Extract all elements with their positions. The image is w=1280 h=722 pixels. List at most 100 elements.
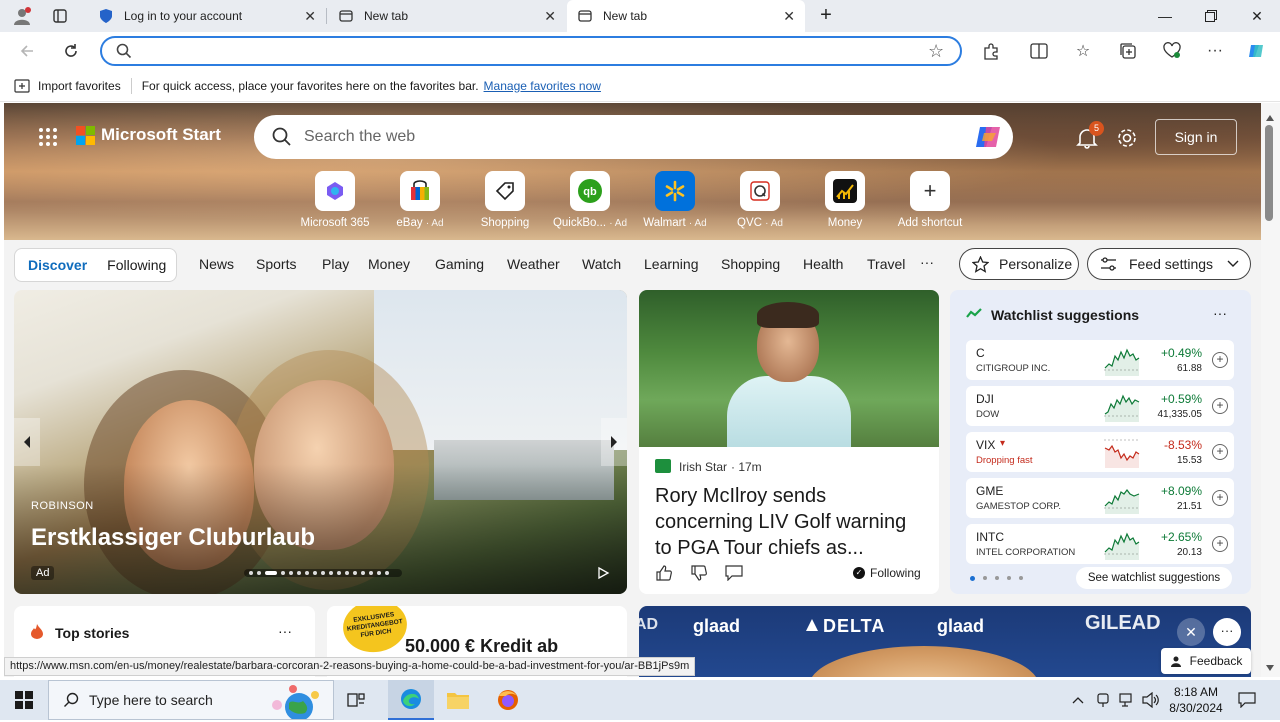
news-card[interactable]: Irish Star · 17m Rory McIlroy sends conc…: [639, 290, 939, 594]
carousel-prev-button[interactable]: [14, 418, 40, 466]
nav-shopping[interactable]: Shopping: [721, 256, 780, 272]
hero-ad-card[interactable]: ROBINSON Erstklassiger Cluburlaub Ad: [14, 290, 627, 594]
personalize-button[interactable]: Personalize: [959, 248, 1079, 280]
carousel-next-button[interactable]: [601, 418, 627, 466]
network-icon[interactable]: [1118, 692, 1136, 711]
start-button[interactable]: [0, 680, 48, 720]
ad-choices-icon[interactable]: [596, 566, 610, 583]
taskbar-search-box[interactable]: Type here to search: [48, 680, 334, 721]
settings-gear-icon[interactable]: [1116, 127, 1138, 152]
address-bar[interactable]: ☆: [100, 36, 962, 66]
split-screen-icon[interactable]: [1028, 41, 1050, 61]
following-button[interactable]: Following: [870, 566, 921, 580]
sign-in-button[interactable]: Sign in: [1155, 119, 1237, 155]
import-favorites-button[interactable]: Import favorites: [38, 79, 121, 93]
nav-more-button[interactable]: ···: [920, 254, 934, 270]
notification-center-icon[interactable]: [1238, 692, 1256, 711]
shortcut-shopping[interactable]: Shopping: [465, 171, 545, 229]
stock-row[interactable]: VIX Dropping fast -8.53% 15.53 + ▾: [966, 432, 1234, 472]
watchlist-more-button[interactable]: ···: [1213, 305, 1227, 321]
tab-actions-icon[interactable]: [48, 4, 72, 28]
favorites-icon[interactable]: ☆: [1072, 41, 1094, 61]
extensions-icon[interactable]: [980, 41, 1002, 61]
see-watchlist-suggestions-button[interactable]: See watchlist suggestions: [1076, 567, 1232, 589]
shortcut-qvc[interactable]: QVC · Ad: [720, 171, 800, 229]
close-tab-icon[interactable]: ✕: [304, 8, 316, 24]
stock-row[interactable]: C CITIGROUP INC. +0.49% 61.88 +: [966, 340, 1234, 380]
tab-discover[interactable]: Discover: [28, 257, 87, 273]
profile-icon[interactable]: [8, 4, 36, 28]
browser-essentials-icon[interactable]: [1161, 41, 1183, 61]
restore-button[interactable]: [1188, 0, 1234, 32]
settings-more-icon[interactable]: ···: [1204, 41, 1226, 61]
comment-icon[interactable]: [725, 565, 743, 584]
firefox-icon[interactable]: [496, 688, 520, 715]
volume-icon[interactable]: [1142, 691, 1160, 711]
edge-taskbar-icon[interactable]: [388, 680, 434, 720]
shortcut-add[interactable]: + Add shortcut: [890, 171, 970, 229]
tab-new-2[interactable]: New tab ✕: [567, 0, 805, 32]
nav-money[interactable]: Money: [368, 256, 410, 272]
tab-following[interactable]: Following: [107, 257, 166, 273]
close-tab-icon[interactable]: ✕: [783, 8, 795, 24]
nav-learning[interactable]: Learning: [644, 256, 699, 272]
news-source[interactable]: Irish Star: [679, 460, 727, 474]
shortcut-money[interactable]: Money: [805, 171, 885, 229]
new-tab-button[interactable]: +: [814, 4, 838, 28]
copilot-icon[interactable]: [1246, 41, 1268, 61]
tab-login[interactable]: Log in to your account ✕: [88, 0, 326, 32]
vertical-scrollbar[interactable]: [1261, 103, 1280, 677]
microsoft-start-logo[interactable]: Microsoft Start: [76, 125, 221, 145]
nav-gaming[interactable]: Gaming: [435, 256, 484, 272]
thumbs-down-icon[interactable]: [690, 564, 708, 585]
shortcut-walmart[interactable]: Walmart · Ad: [635, 171, 715, 229]
nav-sports[interactable]: Sports: [256, 256, 296, 272]
watchlist-pagination[interactable]: [970, 576, 1023, 581]
collections-icon[interactable]: [1117, 41, 1139, 61]
refresh-button[interactable]: [56, 37, 86, 65]
favorite-star-icon[interactable]: ☆: [928, 41, 944, 62]
notifications-bell-icon[interactable]: 5: [1076, 121, 1104, 152]
meet-now-icon[interactable]: [1096, 692, 1110, 711]
show-hidden-icons-icon[interactable]: [1072, 692, 1084, 707]
nav-play[interactable]: Play: [322, 256, 349, 272]
feedback-button[interactable]: Feedback: [1161, 648, 1251, 674]
tab-new-1[interactable]: New tab ✕: [328, 0, 566, 32]
news-headline[interactable]: Rory McIlroy sends concerning LIV Golf w…: [655, 483, 925, 561]
top-stories-more-button[interactable]: ···: [278, 623, 292, 639]
app-launcher-icon[interactable]: [38, 127, 58, 150]
scroll-down-arrow-icon[interactable]: [1266, 659, 1274, 674]
nav-health[interactable]: Health: [803, 256, 843, 272]
close-ad-icon[interactable]: ✕: [1177, 618, 1205, 646]
nav-news[interactable]: News: [199, 256, 234, 272]
nav-weather[interactable]: Weather: [507, 256, 560, 272]
manage-favorites-link[interactable]: Manage favorites now: [484, 79, 601, 93]
minimize-button[interactable]: —: [1142, 0, 1188, 32]
clock[interactable]: 8:18 AM 8/30/2024: [1166, 684, 1226, 716]
add-to-watchlist-icon[interactable]: +: [1212, 536, 1228, 552]
add-to-watchlist-icon[interactable]: +: [1212, 352, 1228, 368]
import-favorites-icon[interactable]: [14, 78, 30, 93]
web-search-box[interactable]: Search the web: [254, 115, 1013, 159]
feed-settings-button[interactable]: Feed settings: [1087, 248, 1251, 280]
stock-row[interactable]: DJI DOW +0.59% 41,335.05 +: [966, 386, 1234, 426]
close-window-button[interactable]: ✕: [1234, 0, 1280, 32]
scrollbar-thumb[interactable]: [1265, 125, 1273, 221]
add-to-watchlist-icon[interactable]: +: [1212, 490, 1228, 506]
add-to-watchlist-icon[interactable]: +: [1212, 398, 1228, 414]
stock-row[interactable]: GME GAMESTOP CORP. +8.09% 21.51 +: [966, 478, 1234, 518]
task-view-icon[interactable]: [346, 690, 366, 713]
scroll-up-arrow-icon[interactable]: [1266, 109, 1274, 124]
nav-travel[interactable]: Travel: [867, 256, 905, 272]
add-to-watchlist-icon[interactable]: +: [1212, 444, 1228, 460]
carousel-indicator[interactable]: [244, 569, 402, 577]
thumbs-up-icon[interactable]: [655, 564, 673, 585]
copilot-icon[interactable]: [974, 123, 1004, 154]
shortcut-ebay[interactable]: eBay · Ad: [380, 171, 460, 229]
stock-row[interactable]: INTC INTEL CORPORATION +2.65% 20.13 +: [966, 524, 1234, 564]
shortcut-quickbooks[interactable]: qb QuickBo... · Ad: [550, 171, 630, 229]
ad-more-icon[interactable]: ···: [1213, 618, 1241, 646]
close-tab-icon[interactable]: ✕: [544, 8, 556, 24]
nav-watch[interactable]: Watch: [582, 256, 621, 272]
delta-ad-card[interactable]: AD glaad DELTA glaad GILEAD ✕ ···: [639, 606, 1251, 677]
